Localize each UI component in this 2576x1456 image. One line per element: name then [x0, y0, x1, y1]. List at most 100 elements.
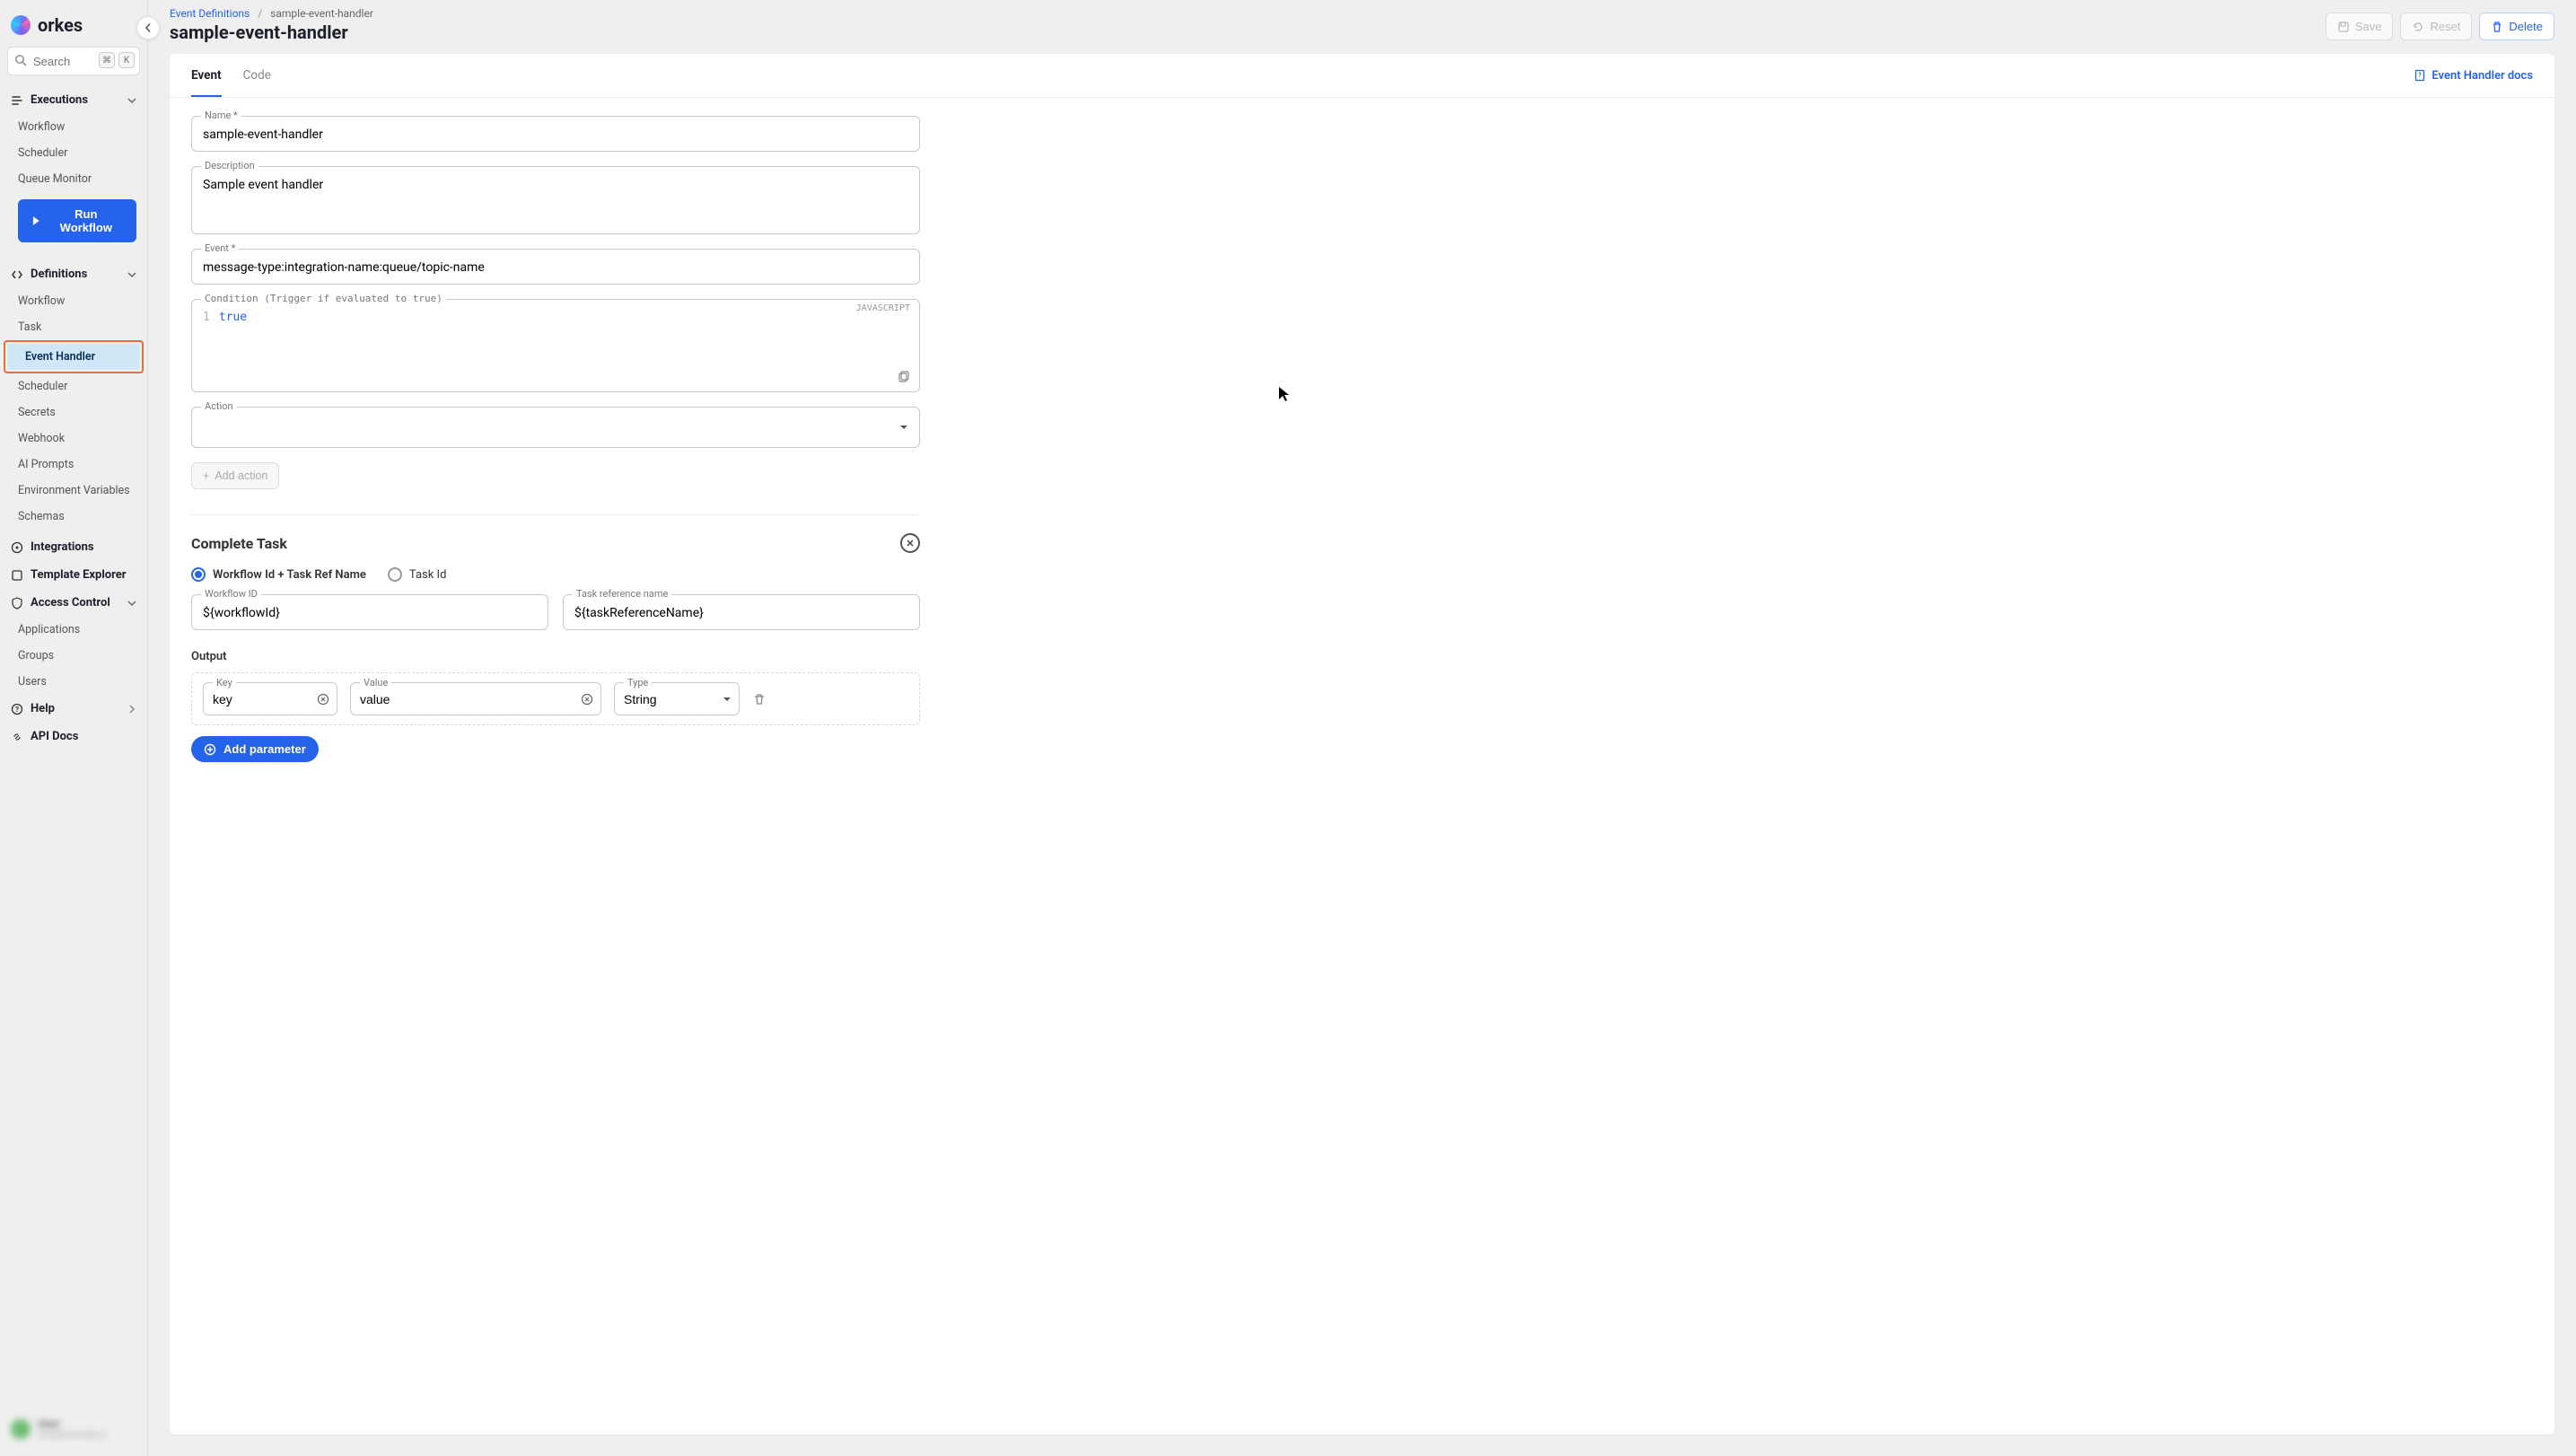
docs-link[interactable]: ? Event Handler docs — [2414, 69, 2533, 83]
svg-text:?: ? — [2419, 72, 2423, 79]
name-input[interactable] — [203, 127, 908, 142]
sidebar-item-def-scheduler[interactable]: Scheduler — [0, 373, 147, 399]
copy-icon[interactable] — [896, 370, 910, 384]
plus-circle-icon — [204, 743, 216, 756]
output-row: Key Value Type — [191, 672, 920, 725]
event-input[interactable] — [203, 260, 908, 275]
tab-code[interactable]: Code — [243, 54, 271, 97]
main: Event Definitions / sample-event-handler… — [148, 0, 2576, 1456]
delete-row-button[interactable] — [752, 692, 767, 706]
chevron-down-icon — [127, 270, 136, 279]
sidebar-item-help[interactable]: ? Help — [0, 695, 147, 723]
sidebar-item-exec-workflow[interactable]: Workflow — [0, 114, 147, 140]
description-field[interactable]: Description Sample event handler — [191, 166, 920, 234]
logo-mark — [11, 15, 31, 35]
chevron-down-icon — [127, 599, 136, 608]
delete-button[interactable]: Delete — [2479, 13, 2554, 40]
sidebar-item-integrations[interactable]: Integrations — [0, 533, 147, 561]
sidebar-item-applications[interactable]: Applications — [0, 617, 147, 643]
user-footer[interactable]: User user@example.io — [0, 1408, 147, 1449]
integrations-icon — [11, 541, 23, 554]
action-select[interactable]: Action — [191, 407, 920, 448]
clear-icon[interactable] — [581, 693, 593, 706]
breadcrumb-root[interactable]: Event Definitions — [170, 7, 250, 20]
tab-event[interactable]: Event — [191, 54, 222, 97]
nav-section-access-control[interactable]: Access Control — [0, 589, 147, 617]
complete-task-title: Complete Task — [191, 535, 287, 552]
content-panel: Event Code ? Event Handler docs Name * D… — [170, 54, 2554, 1434]
output-type-value[interactable] — [624, 692, 710, 706]
save-button[interactable]: Save — [2326, 13, 2394, 40]
workflow-id-field[interactable]: Workflow ID — [191, 594, 548, 630]
sidebar-item-schemas[interactable]: Schemas — [0, 504, 147, 530]
event-field[interactable]: Event * — [191, 249, 920, 285]
docs-icon: ? — [2414, 69, 2426, 82]
svg-text:?: ? — [15, 706, 19, 714]
plus-icon: + — [203, 469, 209, 482]
output-value-input[interactable] — [360, 692, 572, 706]
run-workflow-button[interactable]: Run Workflow — [18, 199, 136, 242]
output-type-select[interactable]: Type — [614, 682, 740, 715]
add-parameter-button[interactable]: Add parameter — [191, 736, 319, 762]
sidebar-item-groups[interactable]: Groups — [0, 643, 147, 669]
trash-icon — [2491, 21, 2503, 33]
sidebar-item-def-workflow[interactable]: Workflow — [0, 288, 147, 314]
chevron-down-icon — [127, 96, 136, 105]
page-title: sample-event-handler — [170, 22, 373, 43]
play-icon — [31, 215, 41, 226]
description-textarea[interactable]: Sample event handler — [203, 178, 908, 221]
sidebar-item-env-vars[interactable]: Environment Variables — [0, 478, 147, 504]
output-value-field[interactable]: Value — [350, 682, 601, 715]
chevron-right-icon — [127, 705, 136, 714]
caret-down-icon — [723, 695, 732, 704]
sidebar-item-ai-prompts[interactable]: AI Prompts — [0, 452, 147, 478]
radio-workflow-taskref[interactable]: Workflow Id + Task Ref Name — [191, 567, 366, 582]
sidebar-item-users[interactable]: Users — [0, 669, 147, 695]
code-icon — [11, 268, 23, 281]
remove-section-button[interactable] — [900, 533, 920, 553]
nav-section-definitions[interactable]: Definitions — [0, 260, 147, 288]
sidebar: orkes ⌘ K Executions — [0, 0, 148, 1456]
output-key-input[interactable] — [213, 692, 308, 706]
breadcrumb-leaf: sample-event-handler — [270, 7, 373, 20]
sidebar-item-event-handler[interactable]: Event Handler — [7, 344, 140, 370]
radio-icon — [388, 567, 402, 582]
separator — [191, 514, 920, 515]
help-icon: ? — [11, 703, 23, 715]
save-icon — [2337, 21, 2350, 33]
x-icon — [906, 539, 915, 548]
sidebar-collapse-button[interactable] — [136, 16, 160, 39]
search-shortcut: ⌘ K — [99, 52, 135, 68]
add-action-button[interactable]: + Add action — [191, 462, 279, 489]
sidebar-item-exec-scheduler[interactable]: Scheduler — [0, 140, 147, 166]
workflow-id-input[interactable] — [203, 606, 537, 620]
breadcrumb: Event Definitions / sample-event-handler — [170, 7, 373, 20]
avatar — [11, 1419, 31, 1439]
sidebar-item-def-task[interactable]: Task — [0, 314, 147, 340]
task-ref-field[interactable]: Task reference name — [563, 594, 920, 630]
condition-field[interactable]: Condition (Trigger if evaluated to true)… — [191, 299, 920, 392]
executions-icon — [11, 94, 23, 107]
search-icon — [14, 54, 27, 66]
sidebar-item-secrets[interactable]: Secrets — [0, 399, 147, 425]
radio-task-id[interactable]: Task Id — [388, 567, 447, 582]
sidebar-item-api-docs[interactable]: API Docs — [0, 723, 147, 750]
reset-icon — [2412, 21, 2424, 33]
output-label: Output — [191, 650, 920, 663]
name-field[interactable]: Name * — [191, 116, 920, 152]
radio-icon — [191, 567, 206, 582]
sidebar-item-queue-monitor[interactable]: Queue Monitor — [0, 166, 147, 192]
clear-icon[interactable] — [317, 693, 329, 706]
language-badge: JAVASCRIPT — [856, 303, 910, 313]
sidebar-item-webhook[interactable]: Webhook — [0, 425, 147, 452]
nav-section-executions[interactable]: Executions — [0, 86, 147, 114]
output-key-field[interactable]: Key — [203, 682, 337, 715]
logo-text: orkes — [38, 14, 83, 36]
reset-button[interactable]: Reset — [2400, 13, 2472, 40]
trash-icon — [752, 692, 767, 706]
link-icon — [11, 731, 23, 743]
task-ref-input[interactable] — [574, 606, 908, 620]
chevron-left-icon — [144, 23, 153, 32]
logo[interactable]: orkes — [0, 7, 147, 47]
sidebar-item-template-explorer[interactable]: Template Explorer — [0, 561, 147, 589]
